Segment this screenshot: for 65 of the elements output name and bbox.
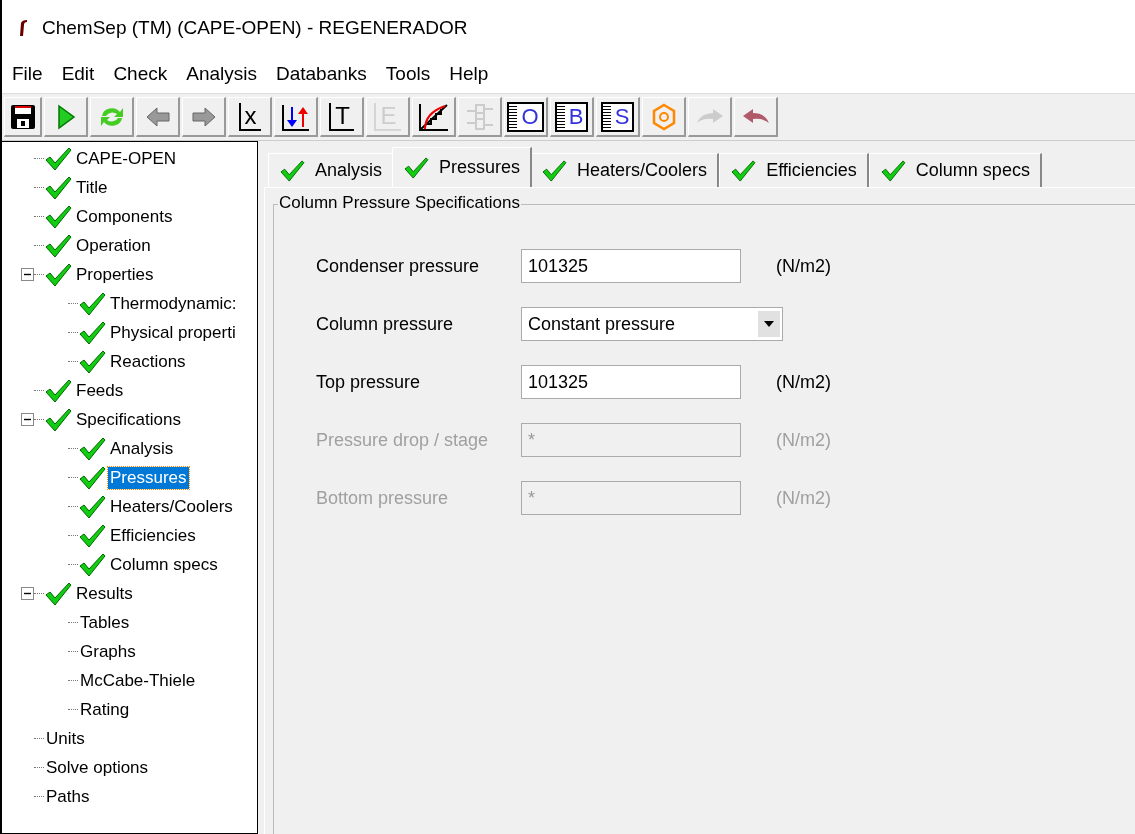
menu-item[interactable]: Check <box>103 63 177 85</box>
tree-item[interactable]: Column specs <box>108 553 220 576</box>
unit-label: (N/m2) <box>776 371 832 393</box>
menu-item[interactable]: Help <box>439 63 498 85</box>
tree-item[interactable]: Analysis <box>108 437 176 460</box>
column-icon <box>464 102 495 131</box>
field-label: Top pressure <box>316 371 422 393</box>
right-arrow-icon <box>190 105 217 128</box>
collapse-icon[interactable] <box>20 587 34 600</box>
tree-item[interactable]: CAPE-OPEN <box>74 147 179 170</box>
tree-item[interactable]: McCabe-Thiele <box>78 669 198 692</box>
tab[interactable]: Column specs <box>868 153 1042 187</box>
unit-label: (N/m2) <box>776 429 832 451</box>
graph-icon <box>418 102 449 131</box>
save-icon <box>9 103 36 130</box>
tree-item[interactable]: Rating <box>78 698 132 721</box>
tree-item[interactable]: Heaters/Coolers <box>108 495 235 518</box>
tree-item[interactable]: Title <box>74 176 110 199</box>
group-title: Column Pressure Specifications <box>278 193 521 213</box>
left-arrow-icon <box>144 105 171 128</box>
tree-item[interactable]: Components <box>74 205 175 228</box>
tree-item[interactable]: Properties <box>74 263 156 286</box>
collapse-icon[interactable] <box>20 413 34 426</box>
toolbar-button[interactable] <box>4 97 42 137</box>
toolbar-button[interactable]: x <box>228 97 272 137</box>
up-down-arrows-icon <box>281 102 310 131</box>
input-field[interactable]: 101325 <box>521 365 741 399</box>
menu-item[interactable]: File <box>2 63 52 85</box>
tree-item[interactable]: Units <box>44 727 87 750</box>
menu-item[interactable]: Edit <box>51 63 104 85</box>
dropdown[interactable]: Constant pressure <box>521 307 783 341</box>
unit-label: (N/m2) <box>776 487 832 509</box>
hexagon-icon <box>651 102 676 131</box>
tree-item[interactable]: Thermodynamic: <box>108 292 239 315</box>
app-icon <box>18 18 28 37</box>
field-label: Column pressure <box>316 313 455 335</box>
tree-item[interactable]: Efficiencies <box>108 524 198 547</box>
toolbar-button[interactable] <box>412 97 456 137</box>
tree-item[interactable]: Operation <box>74 234 153 257</box>
tree-item[interactable]: Specifications <box>74 408 183 431</box>
tree-item[interactable]: Physical properti <box>108 321 238 344</box>
window-title: ChemSep (TM) (CAPE-OPEN) - REGENERADOR <box>42 16 468 39</box>
input-field[interactable]: 101325 <box>521 249 741 283</box>
tree-item[interactable]: Solve options <box>44 756 151 779</box>
tree-item[interactable]: Pressures <box>108 466 189 489</box>
field-label: Bottom pressure <box>316 487 450 509</box>
tab[interactable]: Heaters/Coolers <box>530 153 720 187</box>
unit-label: (N/m2) <box>776 255 832 277</box>
toolbar-button[interactable] <box>274 97 318 137</box>
tab[interactable]: Pressures <box>392 147 533 187</box>
menu-item[interactable]: Tools <box>375 63 440 85</box>
tab[interactable]: Efficiencies <box>719 153 869 187</box>
tree-item[interactable]: Graphs <box>78 640 138 663</box>
tab[interactable]: Analysis <box>268 153 395 187</box>
toolbar-button[interactable]: T <box>320 97 364 137</box>
field-label: Pressure drop / stage <box>316 429 490 451</box>
tree-item[interactable]: Tables <box>78 611 132 634</box>
tree-item[interactable]: Reactions <box>108 350 188 373</box>
menu-item[interactable]: Analysis <box>176 63 266 85</box>
tree-item[interactable]: Feeds <box>74 379 126 402</box>
tree-item[interactable]: Paths <box>44 785 92 808</box>
menu-item[interactable]: Databanks <box>266 63 376 85</box>
collapse-icon[interactable] <box>20 268 34 281</box>
tree-item[interactable]: Results <box>74 582 135 605</box>
field-label: Condenser pressure <box>316 255 481 277</box>
